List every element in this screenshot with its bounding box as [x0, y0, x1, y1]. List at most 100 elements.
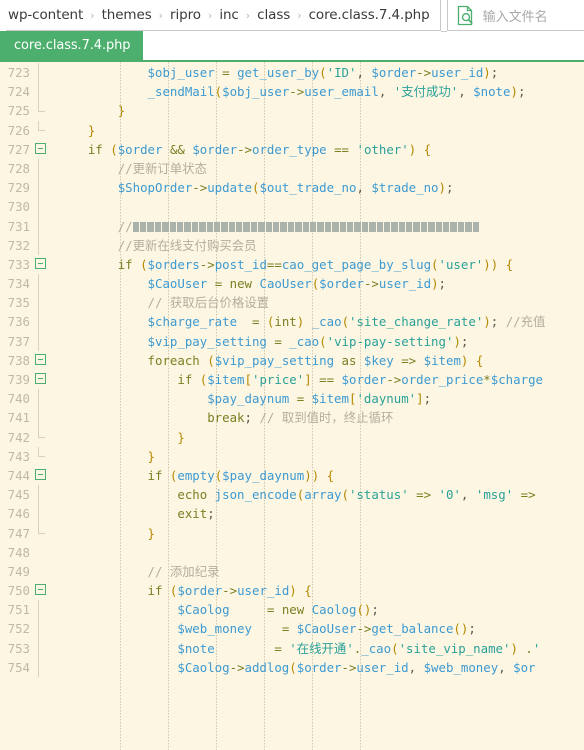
- code-line[interactable]: 729 $ShopOrder->update($out_trade_no, $t…: [0, 178, 584, 198]
- code-text[interactable]: foreach ($vip_pay_setting as $key => $it…: [56, 351, 584, 370]
- tab-core-class-7-4-php[interactable]: core.class.7.4.php: [0, 31, 144, 60]
- code-line[interactable]: 726 }: [0, 120, 584, 140]
- breadcrumb[interactable]: wp-content › themes › ripro › inc › class › core.c…: [6, 0, 441, 31]
- code-text[interactable]: $obj_user = get_user_by('ID', $order->us…: [56, 63, 584, 82]
- code-line[interactable]: 735 // 获取后台价格设置: [0, 293, 584, 313]
- fold-margin[interactable]: [34, 543, 56, 562]
- fold-collapse-icon[interactable]: [35, 584, 46, 596]
- fold-margin[interactable]: [34, 523, 56, 543]
- code-text[interactable]: if ($order->user_id) {: [56, 581, 584, 600]
- code-line[interactable]: 749 // 添加纪录: [0, 562, 584, 581]
- code-line[interactable]: 732 //更新在线支付购买会员: [0, 235, 584, 255]
- code-text[interactable]: // 添加纪录: [56, 562, 584, 581]
- fold-margin[interactable]: [34, 63, 56, 83]
- fold-collapse-icon[interactable]: [35, 354, 46, 365]
- fold-margin[interactable]: [34, 255, 56, 274]
- code-line[interactable]: 723 $obj_user = get_user_by('ID', $order…: [0, 63, 584, 83]
- code-text[interactable]: $pay_daynum = $item['daynum'];: [56, 389, 584, 408]
- breadcrumb-item-inc[interactable]: inc: [217, 7, 240, 23]
- fold-margin[interactable]: [34, 370, 56, 389]
- fold-margin[interactable]: [34, 600, 56, 620]
- code-line[interactable]: 754 $Caolog->addlog($order->user_id, $we…: [0, 657, 584, 677]
- code-text[interactable]: // 获取后台价格设置: [56, 293, 584, 312]
- fold-margin[interactable]: [34, 120, 56, 140]
- breadcrumb-item-core-class-7-4-php[interactable]: core.class.7.4.php: [307, 7, 432, 23]
- fold-collapse-icon[interactable]: [35, 258, 46, 270]
- code-line[interactable]: 734 $CaoUser = new CaoUser($order->user_…: [0, 274, 584, 294]
- code-line[interactable]: 753 $note = '在线开通'. _cao('site_vip_name')…: [0, 638, 584, 658]
- code-line[interactable]: 739 if ($item['price'] == $order->order_…: [0, 370, 584, 389]
- fold-margin[interactable]: [34, 562, 56, 581]
- code-line[interactable]: 736 $charge_rate = (int) _cao('site_chan…: [0, 312, 584, 332]
- fold-margin[interactable]: [34, 657, 56, 677]
- fold-collapse-icon[interactable]: [35, 142, 46, 154]
- code-line[interactable]: 747 }: [0, 523, 584, 543]
- fold-margin[interactable]: [34, 82, 56, 102]
- code-text[interactable]: //更新订单状态: [56, 159, 584, 178]
- code-text[interactable]: if ($order && $order->order_type == 'oth…: [56, 140, 584, 159]
- fold-margin[interactable]: [34, 446, 56, 466]
- fold-margin[interactable]: [34, 466, 56, 485]
- fold-margin[interactable]: [34, 178, 56, 198]
- code-line[interactable]: 728 //更新订单状态: [0, 158, 584, 179]
- code-line[interactable]: 727 if ($order && $order->order_type == …: [0, 140, 584, 159]
- code-text[interactable]: $note = '在线开通'._cao('site_vip_name') .': [56, 639, 584, 658]
- code-line[interactable]: 733 if ($orders->post_id==cao_get_page_b…: [0, 255, 584, 274]
- code-text[interactable]: if ($item['price'] == $order->order_pric…: [56, 370, 584, 389]
- fold-margin[interactable]: [34, 351, 56, 370]
- code-line[interactable]: 738 foreach ($vip_pay_setting as $key =>…: [0, 351, 584, 370]
- code-line[interactable]: 750 if ($order->user_id) {: [0, 581, 584, 600]
- code-text[interactable]: if ($orders->post_id==cao_get_page_by_sl…: [56, 255, 584, 274]
- fold-margin[interactable]: [34, 581, 56, 600]
- code-text[interactable]: echo json_encode(array('status' => '0', …: [56, 485, 584, 504]
- breadcrumb-item-wp-content[interactable]: wp-content: [6, 7, 85, 23]
- filename-input-placeholder[interactable]: 输入文件名: [483, 6, 548, 25]
- code-line[interactable]: 745 echo json_encode(array('status' => '…: [0, 485, 584, 505]
- code-line[interactable]: 741 break; // 取到值时，终止循环: [0, 408, 584, 428]
- code-line[interactable]: 737 $vip_pay_setting = _cao('vip-pay-set…: [0, 331, 584, 351]
- fold-margin[interactable]: [34, 312, 56, 332]
- fold-margin[interactable]: [34, 408, 56, 428]
- fold-margin[interactable]: [34, 101, 56, 120]
- code-text[interactable]: }: [56, 524, 584, 543]
- fold-margin[interactable]: [34, 216, 56, 236]
- code-text[interactable]: $web_money = $CaoUser->get_balance();: [56, 619, 584, 638]
- code-text[interactable]: }: [56, 447, 584, 466]
- code-text[interactable]: //更新在线支付购买会员: [56, 236, 584, 255]
- code-line[interactable]: 746 exit;: [0, 504, 584, 524]
- fold-margin[interactable]: [34, 274, 56, 294]
- code-line[interactable]: 751 $Caolog = new Caolog();: [0, 600, 584, 620]
- fold-margin[interactable]: [34, 504, 56, 524]
- fold-margin[interactable]: [34, 197, 56, 217]
- code-text[interactable]: [56, 543, 584, 562]
- fold-margin[interactable]: [34, 619, 56, 639]
- code-text[interactable]: }: [56, 101, 584, 120]
- code-text[interactable]: exit;: [56, 504, 584, 523]
- code-line[interactable]: 725 }: [0, 101, 584, 120]
- fold-margin[interactable]: [34, 158, 56, 179]
- fold-collapse-icon[interactable]: [35, 373, 46, 385]
- code-text[interactable]: $Caolog = new Caolog();: [56, 600, 584, 619]
- breadcrumb-item-themes[interactable]: themes: [100, 7, 154, 23]
- fold-margin[interactable]: [34, 485, 56, 505]
- fold-margin[interactable]: [34, 331, 56, 351]
- code-line[interactable]: 742 }: [0, 427, 584, 447]
- code-line[interactable]: 724 _sendMail($obj_user->user_email, '支付…: [0, 82, 584, 102]
- fold-margin[interactable]: [34, 427, 56, 447]
- code-line[interactable]: 748: [0, 543, 584, 562]
- code-text[interactable]: $Caolog->addlog($order->user_id, $web_mo…: [56, 658, 584, 677]
- code-text[interactable]: $vip_pay_setting = _cao('vip-pay-setting…: [56, 332, 584, 351]
- fold-collapse-icon[interactable]: [35, 469, 46, 481]
- fold-margin[interactable]: [34, 235, 56, 255]
- code-text[interactable]: $charge_rate = (int) _cao('site_change_r…: [56, 312, 584, 331]
- code-editor-area[interactable]: 723 $obj_user = get_user_by('ID', $order…: [0, 62, 584, 750]
- code-text[interactable]: $ShopOrder->update($out_trade_no, $trade…: [56, 178, 584, 197]
- filename-search-area[interactable]: 输入文件名: [446, 0, 584, 31]
- code-text[interactable]: $CaoUser = new CaoUser($order->user_id);: [56, 274, 584, 293]
- code-line[interactable]: 743 }: [0, 446, 584, 466]
- code-text[interactable]: break; // 取到值时，终止循环: [56, 408, 584, 427]
- code-text[interactable]: //: [56, 217, 584, 236]
- code-text[interactable]: }: [56, 121, 584, 140]
- code-line[interactable]: 730: [0, 197, 584, 217]
- code-text[interactable]: [56, 197, 584, 216]
